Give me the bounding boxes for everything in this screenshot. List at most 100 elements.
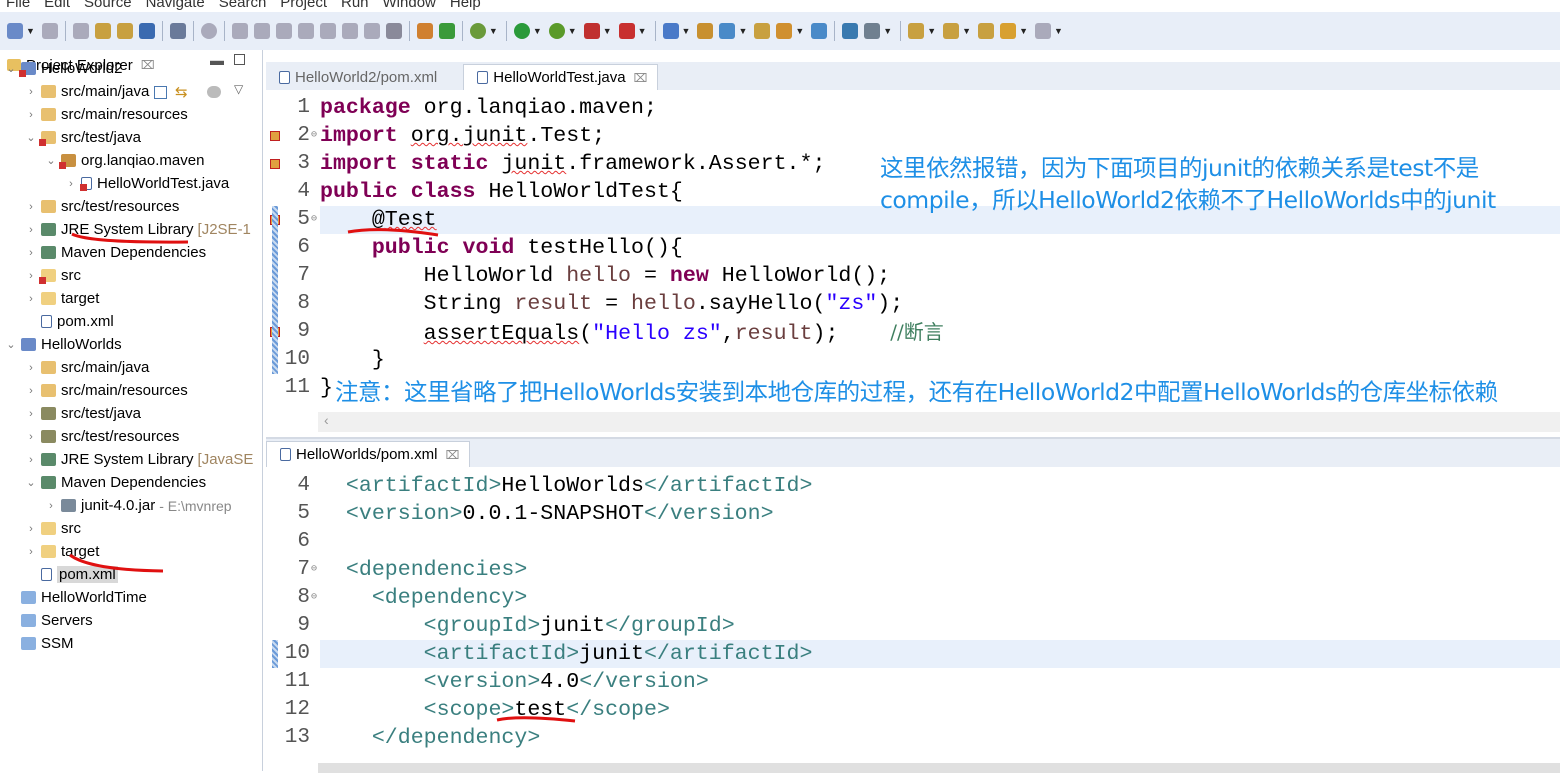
expanded-chevron-icon[interactable]: ⌄ (4, 62, 18, 75)
save-all-icon[interactable] (72, 23, 89, 39)
new-class-icon[interactable] (719, 23, 736, 39)
tree-item[interactable]: ⌄ Maven Dependencies (24, 471, 206, 494)
menu-run[interactable]: Run (335, 0, 377, 12)
debug-icon[interactable] (469, 23, 486, 39)
expanded-chevron-icon[interactable]: ⌄ (4, 338, 18, 351)
filter-icon[interactable] (207, 86, 221, 98)
menu-file[interactable]: File (0, 0, 38, 12)
menu-source[interactable]: Source (78, 0, 140, 12)
build-icon[interactable] (94, 23, 111, 39)
fold-toggle-icon[interactable]: ⊖ (311, 584, 317, 612)
tree-item[interactable]: › src/main/resources (24, 379, 188, 402)
tree-item[interactable]: › target (24, 287, 99, 310)
fold-toggle-icon[interactable]: ⊖ (311, 556, 317, 584)
new-java-project-icon[interactable] (662, 23, 679, 39)
collapsed-chevron-icon[interactable]: › (24, 431, 38, 443)
error-marker-icon[interactable] (270, 159, 280, 169)
collapsed-chevron-icon[interactable]: › (24, 454, 38, 466)
step-over-icon[interactable] (319, 23, 336, 39)
spring-icon[interactable] (416, 23, 433, 39)
tree-item[interactable]: HelloWorldTime (4, 586, 147, 609)
tree-item[interactable]: › src/test/resources (24, 425, 179, 448)
external-tools-icon[interactable] (583, 23, 600, 39)
tree-item[interactable]: Servers (4, 609, 93, 632)
code-area[interactable]: 4 <artifactId>HelloWorlds</artifactId> 5 … (266, 472, 1560, 772)
tree-item[interactable]: ⌄ HelloWorld2 (4, 57, 122, 80)
collapse-all-icon[interactable] (154, 86, 167, 99)
collapsed-chevron-icon[interactable]: › (24, 224, 38, 236)
open-folder-icon[interactable] (776, 23, 793, 39)
maximize-icon[interactable] (234, 54, 245, 65)
dropdown-arrow-icon[interactable]: ▼ (638, 26, 647, 36)
menu-window[interactable]: Window (377, 0, 444, 12)
last-edit-icon[interactable] (978, 23, 995, 39)
collapsed-chevron-icon[interactable]: › (24, 109, 38, 121)
prev-annotation-icon[interactable] (943, 23, 960, 39)
fold-toggle-icon[interactable]: ⊖ (311, 206, 317, 234)
skip-breakpoints-icon[interactable] (169, 23, 186, 39)
publish-icon[interactable] (116, 23, 133, 39)
step-return-icon[interactable] (341, 23, 358, 39)
tree-item[interactable]: ⌄ org.lanqiao.maven (44, 149, 204, 172)
close-view-icon[interactable]: ⌧ (141, 58, 155, 72)
close-tab-icon[interactable]: ⌧ (634, 71, 648, 85)
tree-item[interactable]: SSM (4, 632, 74, 655)
fold-toggle-icon[interactable]: ⊖ (311, 122, 317, 150)
tree-item[interactable]: pom.xml (24, 310, 114, 333)
open-type-icon[interactable] (754, 23, 771, 39)
save-icon[interactable] (41, 23, 58, 39)
view-menu-icon[interactable]: ▽ (234, 82, 243, 96)
horizontal-scrollbar[interactable] (318, 763, 1560, 773)
expanded-chevron-icon[interactable]: ⌄ (24, 131, 38, 144)
menu-search[interactable]: Search (213, 0, 275, 12)
menu-edit[interactable]: Edit (38, 0, 78, 12)
tree-item[interactable]: › src/main/java (24, 356, 149, 379)
tree-item[interactable]: › Maven Dependencies (24, 241, 206, 264)
tree-item[interactable]: › target (24, 540, 99, 563)
step-into-icon[interactable] (297, 23, 314, 39)
expanded-chevron-icon[interactable]: ⌄ (44, 154, 58, 167)
dropdown-arrow-icon[interactable]: ▼ (682, 26, 691, 36)
tree-item[interactable]: › junit-4.0.jar - E:\mvnrep (44, 494, 231, 517)
dropdown-arrow-icon[interactable]: ▼ (26, 26, 35, 36)
collapsed-chevron-icon[interactable]: › (24, 201, 38, 213)
collapsed-chevron-icon[interactable]: › (64, 178, 78, 190)
ai-icon[interactable] (438, 23, 455, 39)
tab-helloworld2-pom-xml[interactable]: HelloWorld2/pom.xml (266, 64, 447, 90)
use-step-filters-icon[interactable] (385, 23, 402, 39)
menu-navigate[interactable]: Navigate (140, 0, 213, 12)
expanded-chevron-icon[interactable]: ⌄ (24, 476, 38, 489)
suspend-icon[interactable] (231, 23, 248, 39)
server-icon[interactable] (618, 23, 635, 39)
tab-helloworlds-pom-xml[interactable]: HelloWorlds/pom.xml ⌧ (266, 441, 471, 467)
pin-icon[interactable] (864, 23, 881, 39)
menu-project[interactable]: Project (274, 0, 335, 12)
tree-item[interactable]: › src/main/resources (24, 103, 188, 126)
drop-frame-icon[interactable] (363, 23, 380, 39)
tree-item[interactable]: pom.xml (24, 563, 118, 586)
dropdown-arrow-icon[interactable]: ▼ (738, 26, 747, 36)
collapsed-chevron-icon[interactable]: › (24, 247, 38, 259)
collapsed-chevron-icon[interactable]: › (24, 362, 38, 374)
dropdown-arrow-icon[interactable]: ▼ (533, 26, 542, 36)
tree-item[interactable]: › src/test/java (24, 402, 141, 425)
collapsed-chevron-icon[interactable]: › (44, 500, 58, 512)
next-annotation-icon[interactable] (908, 23, 925, 39)
collapsed-chevron-icon[interactable]: › (24, 270, 38, 282)
dropdown-arrow-icon[interactable]: ▼ (489, 26, 498, 36)
tab-helloworldtest-java[interactable]: HelloWorldTest.java ⌧ (463, 64, 659, 90)
tree-item[interactable]: › src (24, 264, 81, 287)
tree-item[interactable]: › src/test/resources (24, 195, 179, 218)
console-icon[interactable] (138, 23, 155, 39)
collapsed-chevron-icon[interactable]: › (24, 408, 38, 420)
forward-icon[interactable] (1034, 23, 1051, 39)
dropdown-arrow-icon[interactable]: ▼ (883, 26, 892, 36)
collapsed-chevron-icon[interactable]: › (24, 385, 38, 397)
collapsed-chevron-icon[interactable]: › (24, 293, 38, 305)
horizontal-scrollbar[interactable]: ‹ (318, 412, 1560, 432)
dropdown-arrow-icon[interactable]: ▼ (1019, 26, 1028, 36)
globe-icon[interactable] (842, 23, 859, 39)
disconnect-icon[interactable] (275, 23, 292, 39)
collapsed-chevron-icon[interactable]: › (24, 546, 38, 558)
back-icon[interactable] (1000, 23, 1017, 39)
